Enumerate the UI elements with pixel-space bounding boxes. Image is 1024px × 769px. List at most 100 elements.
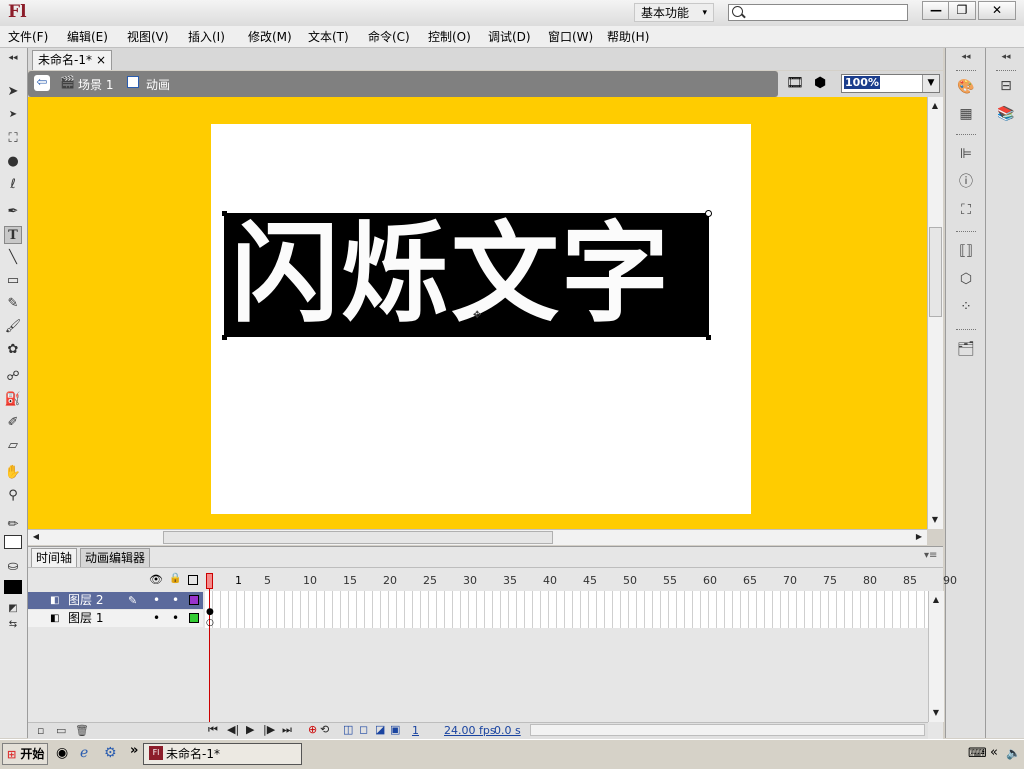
- info-panel-icon[interactable]: ⓘ: [957, 173, 975, 191]
- tray-expand-icon[interactable]: «: [990, 745, 998, 760]
- chevron-down-icon[interactable]: ▼: [922, 75, 939, 92]
- edit-multiple-icon[interactable]: ◪: [375, 723, 385, 736]
- panel-menu-icon[interactable]: ▾≡: [924, 550, 937, 561]
- paint-bucket-icon[interactable]: ⛽: [4, 391, 22, 409]
- minimize-button[interactable]: —: [922, 1, 950, 20]
- menu-commands[interactable]: 命令(C): [368, 28, 410, 45]
- frame-ruler[interactable]: 1 5 10 15 20 25 30 35 40 45 50 55 60 65 …: [229, 573, 957, 589]
- help-search-input[interactable]: [728, 4, 908, 21]
- volume-icon[interactable]: 🔈: [1006, 746, 1021, 760]
- line-icon[interactable]: ╲: [4, 249, 22, 267]
- edit-symbols-icon[interactable]: ⬢: [814, 75, 826, 91]
- visibility-dot[interactable]: •: [153, 610, 160, 627]
- text-resize-handle[interactable]: [705, 210, 712, 217]
- expand-icon[interactable]: ◂◂: [997, 48, 1015, 66]
- deco-icon[interactable]: ✿: [4, 341, 22, 359]
- back-arrow-icon[interactable]: ⇦: [34, 75, 50, 91]
- play-icon[interactable]: ▶: [246, 723, 254, 736]
- selection-tool-icon[interactable]: ➤: [4, 83, 22, 101]
- properties-panel-icon[interactable]: ⊟: [997, 77, 1015, 95]
- components-panel-icon[interactable]: ⬡: [957, 270, 975, 288]
- menu-file[interactable]: 文件(F): [8, 28, 48, 45]
- color-panel-icon[interactable]: 🎨: [957, 78, 975, 96]
- eyedropper-icon[interactable]: ✐: [4, 414, 22, 432]
- bone-icon[interactable]: ☍: [4, 368, 22, 386]
- scroll-right-icon[interactable]: ▶: [912, 530, 926, 544]
- layer-color-swatch[interactable]: [189, 595, 199, 605]
- layer-row[interactable]: ◧ 图层 1 • •: [28, 610, 203, 627]
- layer-name[interactable]: 图层 1: [68, 610, 103, 627]
- onion-skin-icon[interactable]: ◫: [343, 723, 353, 736]
- keyboard-icon[interactable]: ⌨: [968, 746, 987, 761]
- close-icon[interactable]: ×: [96, 51, 106, 70]
- menu-modify[interactable]: 修改(M): [248, 28, 292, 45]
- step-forward-icon[interactable]: |▶: [263, 723, 275, 736]
- swatches-panel-icon[interactable]: ▦: [957, 105, 975, 123]
- actions-panel-icon[interactable]: ⟦⟧: [957, 242, 975, 260]
- eye-icon[interactable]: 👁: [149, 573, 163, 586]
- scroll-thumb[interactable]: [929, 227, 942, 317]
- lock-icon[interactable]: 🔒: [169, 573, 181, 584]
- menu-edit[interactable]: 编辑(E): [67, 28, 108, 45]
- lock-dot[interactable]: •: [172, 592, 179, 609]
- layer-name[interactable]: 图层 2: [68, 592, 103, 609]
- motion-presets-icon[interactable]: ⁘: [957, 298, 975, 316]
- new-folder-icon[interactable]: ▭: [56, 724, 66, 737]
- stage-horizontal-scrollbar[interactable]: ◀ ▶: [28, 529, 927, 545]
- onion-outline-icon[interactable]: ◻: [359, 723, 368, 736]
- fill-color-icon[interactable]: ⛀: [4, 558, 22, 576]
- scroll-down-icon[interactable]: ▼: [928, 513, 942, 527]
- free-transform-icon[interactable]: ⛶: [4, 130, 22, 148]
- selection-handle[interactable]: [706, 335, 711, 340]
- stroke-swatch[interactable]: [4, 535, 22, 549]
- menu-help[interactable]: 帮助(H): [607, 28, 649, 45]
- keyframe-dot[interactable]: ●: [206, 607, 214, 617]
- rectangle-icon[interactable]: ▭: [4, 272, 22, 290]
- browser-icon[interactable]: ℯ: [80, 745, 88, 761]
- menu-view[interactable]: 视图(V): [127, 28, 169, 45]
- subselection-tool-icon[interactable]: ➤: [4, 106, 22, 124]
- hand-icon[interactable]: ✋: [4, 464, 22, 482]
- tab-motion-editor[interactable]: 动画编辑器: [80, 548, 151, 567]
- 3d-rotation-icon[interactable]: ●: [4, 153, 22, 171]
- pencil-icon[interactable]: ✎: [4, 295, 22, 313]
- library-panel-icon[interactable]: 📚: [997, 105, 1015, 123]
- frame-rate[interactable]: 24.00 fps: [444, 724, 496, 737]
- restore-button[interactable]: ❐: [948, 1, 976, 20]
- layer-row[interactable]: ◧ 图层 2 ✎ • •: [28, 592, 203, 609]
- loop-icon[interactable]: ⟲: [320, 723, 329, 736]
- menu-text[interactable]: 文本(T): [308, 28, 349, 45]
- step-back-icon[interactable]: ◀|: [227, 723, 239, 736]
- tab-timeline[interactable]: 时间轴: [31, 548, 78, 567]
- scene-breadcrumb[interactable]: 场景 1: [78, 76, 113, 93]
- scroll-thumb[interactable]: [163, 531, 553, 544]
- settings-icon[interactable]: ⚙: [104, 745, 117, 761]
- frames-grid[interactable]: [205, 591, 929, 628]
- stroke-color-icon[interactable]: ✏: [4, 516, 22, 534]
- lasso-icon[interactable]: ℓ: [4, 176, 22, 194]
- onion-markers-icon[interactable]: ▣: [390, 723, 400, 736]
- edit-scene-icon[interactable]: 🎞: [786, 75, 804, 91]
- document-tab[interactable]: 未命名-1* ×: [32, 50, 112, 70]
- eraser-icon[interactable]: ▱: [4, 437, 22, 455]
- align-panel-icon[interactable]: ⊫: [957, 145, 975, 163]
- scroll-up-icon[interactable]: ▲: [929, 593, 943, 607]
- scroll-up-icon[interactable]: ▲: [928, 99, 942, 113]
- layer-color-swatch[interactable]: [189, 613, 199, 623]
- quicklaunch-chevron[interactable]: »: [130, 743, 138, 758]
- keyframe-dot[interactable]: ○: [206, 618, 214, 628]
- zoom-icon[interactable]: ⚲: [4, 487, 22, 505]
- expand-icon[interactable]: ◂◂: [957, 48, 975, 66]
- taskbar-item-flash[interactable]: 未命名-1*: [143, 743, 302, 765]
- collapse-icon[interactable]: ◂◂: [4, 49, 22, 67]
- zoom-select[interactable]: 100% ▼: [841, 74, 940, 93]
- menu-debug[interactable]: 调试(D): [488, 28, 531, 45]
- last-frame-icon[interactable]: ⏭: [282, 723, 292, 737]
- lock-dot[interactable]: •: [172, 610, 179, 627]
- close-button[interactable]: ✕: [978, 1, 1016, 20]
- center-frame-icon[interactable]: ⊕: [308, 723, 317, 736]
- brush-icon[interactable]: 🖌: [4, 318, 22, 336]
- workspace-switcher[interactable]: 基本功能 ▾: [634, 3, 714, 22]
- menu-window[interactable]: 窗口(W): [548, 28, 593, 45]
- stage-text[interactable]: 闪烁文字: [231, 205, 706, 345]
